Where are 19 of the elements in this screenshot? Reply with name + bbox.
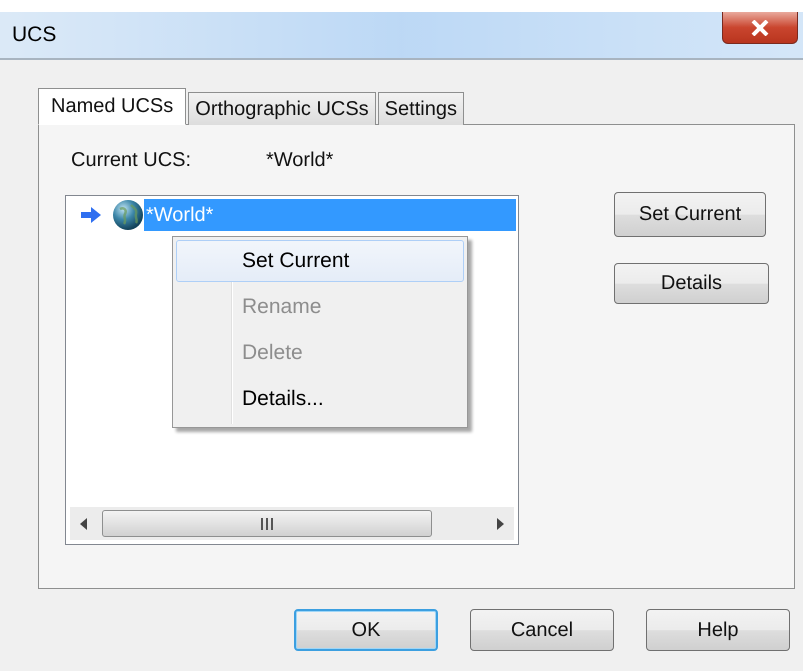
tab[interactable]: Orthographic UCSs [188,92,376,125]
grip-icon [260,516,274,530]
menu-item[interactable]: Set Current [176,240,464,282]
current-ucs-label: Current UCS: [71,148,192,172]
tab[interactable]: Named UCSs [38,88,186,125]
scroll-thumb[interactable] [102,510,432,537]
current-ucs-value: *World* [266,148,334,172]
close-icon [750,20,770,36]
dialog-button[interactable]: OK [294,609,438,651]
tab[interactable]: Settings [378,92,464,125]
dialog-button[interactable]: Cancel [470,609,614,651]
globe-icon [112,199,144,231]
menu-item[interactable]: Details... [176,378,464,420]
window-title: UCS [12,23,56,47]
side-button[interactable]: Details [614,263,769,304]
close-button[interactable] [722,12,798,44]
horizontal-scrollbar[interactable] [70,507,514,540]
dialog-button[interactable]: Help [646,609,790,651]
side-button[interactable]: Set Current [614,192,766,237]
